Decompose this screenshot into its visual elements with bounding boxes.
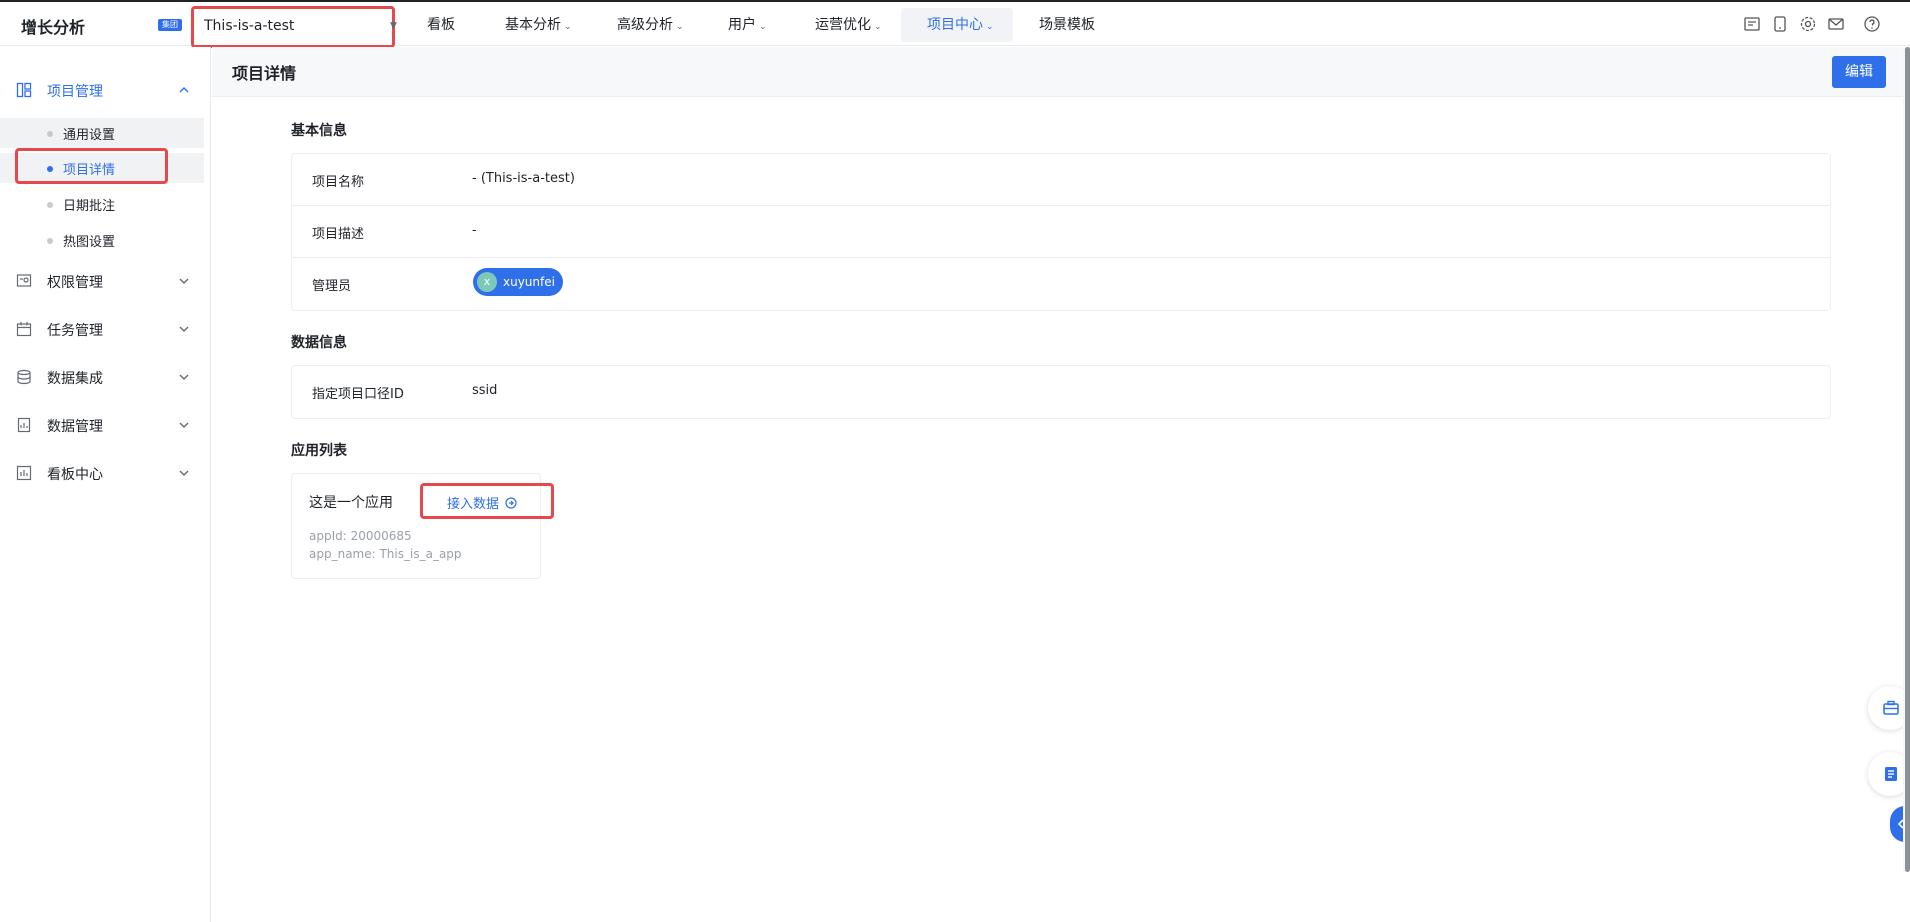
nav-project-center[interactable]: 项目中心 ⌄ [901, 8, 1013, 42]
info-label: 项目名称 [312, 175, 365, 190]
connect-data-label: 接入数据 [447, 497, 500, 512]
nav-label: 用户 [728, 17, 756, 33]
sidebar-item-label: 热图设置 [63, 235, 116, 250]
sidebar-group-label: 项目管理 [47, 84, 103, 100]
sidebar-group-data-management[interactable]: 数据管理 [0, 410, 211, 440]
sidebar-item-label: 通用设置 [63, 128, 116, 143]
project-selector[interactable]: This-is-a-test [191, 6, 395, 48]
sidebar-group-dashboard-center[interactable]: 看板中心 [0, 458, 211, 488]
nav-scenario-templates[interactable]: 场景模板 [1039, 8, 1095, 42]
app-id: appId: 20000685 [309, 529, 412, 543]
toolbox-icon [1883, 700, 1899, 715]
info-value: - [472, 223, 477, 238]
sidebar-item-general-settings[interactable]: 通用设置 [0, 118, 204, 148]
page-title: 项目详情 [232, 64, 297, 83]
info-row-admin: 管理员 x xuyunfei [292, 258, 1830, 310]
help-icon[interactable] [1863, 15, 1881, 33]
chevron-down-icon [179, 374, 189, 380]
database-icon [17, 369, 31, 385]
sidebar-group-permission-management[interactable]: 权限管理 [0, 266, 211, 296]
mobile-icon[interactable] [1771, 15, 1789, 33]
document-icon [1885, 767, 1897, 781]
settings-icon[interactable] [1799, 15, 1817, 33]
chevron-down-icon: ⌄ [676, 22, 684, 32]
group-badge: 集团 [158, 19, 182, 31]
sidebar-item-label: 日期批注 [63, 199, 116, 214]
mail-icon[interactable] [1827, 15, 1845, 33]
chevron-down-icon [179, 326, 189, 332]
app-name-meta: app_name: This_is_a_app [309, 547, 462, 561]
admin-user-chip[interactable]: x xuyunfei [473, 268, 563, 296]
section-title-basic-info: 基本信息 [291, 123, 347, 139]
info-row-project-caliber-id: 指定项目口径ID ssid [292, 366, 1830, 418]
chart-icon [16, 465, 32, 481]
sidebar-group-task-management[interactable]: 任务管理 [0, 314, 211, 344]
info-label: 管理员 [312, 279, 352, 294]
chevron-down-icon: ⌄ [759, 22, 767, 32]
nav-label: 基本分析 [505, 17, 561, 33]
nav-label: 看板 [427, 17, 455, 33]
nav-advanced-analysis[interactable]: 高级分析 ⌄ [617, 8, 684, 42]
report-icon[interactable] [1743, 15, 1761, 33]
info-label: 指定项目口径ID [312, 387, 404, 402]
sidebar-group-label: 看板中心 [47, 467, 103, 483]
sidebar-group-project-management[interactable]: 项目管理 [0, 75, 211, 105]
info-value: - (This-is-a-test) [472, 171, 575, 186]
bullet-dot [47, 238, 53, 244]
info-label: 项目描述 [312, 227, 365, 242]
section-title-app-list: 应用列表 [291, 443, 347, 459]
chevron-down-icon [179, 470, 189, 476]
nav-users[interactable]: 用户 ⌄ [728, 8, 767, 42]
sidebar-item-heatmap-settings[interactable]: 热图设置 [0, 225, 204, 255]
nav-operations[interactable]: 运营优化 ⌄ [815, 8, 882, 42]
arrow-right-circle-icon [505, 497, 517, 509]
document-icon [17, 417, 31, 433]
nav-label: 场景模板 [1039, 17, 1095, 33]
bullet-dot [47, 202, 53, 208]
sidebar-group-data-integration[interactable]: 数据集成 [0, 362, 211, 392]
bullet-dot [47, 131, 53, 137]
scrollbar-thumb[interactable] [1905, 47, 1910, 872]
sidebar-group-label: 权限管理 [47, 275, 103, 291]
admin-username: xuyunfei [503, 275, 555, 289]
data-info-card: 指定项目口径ID ssid [291, 365, 1831, 419]
nav-dashboard[interactable]: 看板 [427, 8, 455, 42]
section-title-data-info: 数据信息 [291, 335, 347, 351]
nav-label: 高级分析 [617, 17, 673, 33]
avatar: x [477, 272, 497, 292]
connect-data-link[interactable]: 接入数据 [420, 483, 554, 519]
app-name: 这是一个应用 [309, 495, 393, 511]
calendar-icon [16, 322, 32, 337]
nav-basic-analysis[interactable]: 基本分析 ⌄ [505, 8, 572, 42]
info-value: ssid [472, 383, 498, 398]
sidebar-group-label: 数据管理 [47, 419, 103, 435]
edit-button[interactable]: 编辑 [1832, 56, 1886, 88]
chevron-up-icon [179, 87, 189, 93]
chevron-down-icon: ⌄ [986, 22, 994, 32]
top-navbar: 增长分析 集团 This-is-a-test ▼ 看板 基本分析 ⌄ 高级分析 ⌄ … [0, 0, 1910, 48]
sidebar-group-label: 数据集成 [47, 371, 103, 387]
permission-icon [16, 274, 32, 287]
basic-info-card: 项目名称 - (This-is-a-test) 项目描述 - 管理员 x xuy… [291, 153, 1831, 311]
chevron-down-icon [179, 422, 189, 428]
chevron-down-icon: ⌄ [564, 22, 572, 32]
app-brand[interactable]: 增长分析 [21, 14, 85, 38]
chevron-down-icon: ⌄ [874, 22, 882, 32]
sidebar-group-label: 任务管理 [47, 323, 103, 339]
nav-label: 运营优化 [815, 17, 871, 33]
chevron-down-icon [179, 278, 189, 284]
highlight-box [15, 148, 168, 184]
page-header: 项目详情 编辑 [212, 47, 1910, 97]
nav-label: 项目中心 [927, 17, 983, 33]
sidebar-item-date-annotations[interactable]: 日期批注 [0, 189, 204, 219]
chevron-down-icon[interactable]: ▼ [390, 21, 397, 31]
project-selector-value: This-is-a-test [204, 18, 295, 34]
info-row-project-description: 项目描述 - [292, 206, 1830, 258]
info-row-project-name: 项目名称 - (This-is-a-test) [292, 154, 1830, 206]
layout-icon [16, 82, 32, 98]
